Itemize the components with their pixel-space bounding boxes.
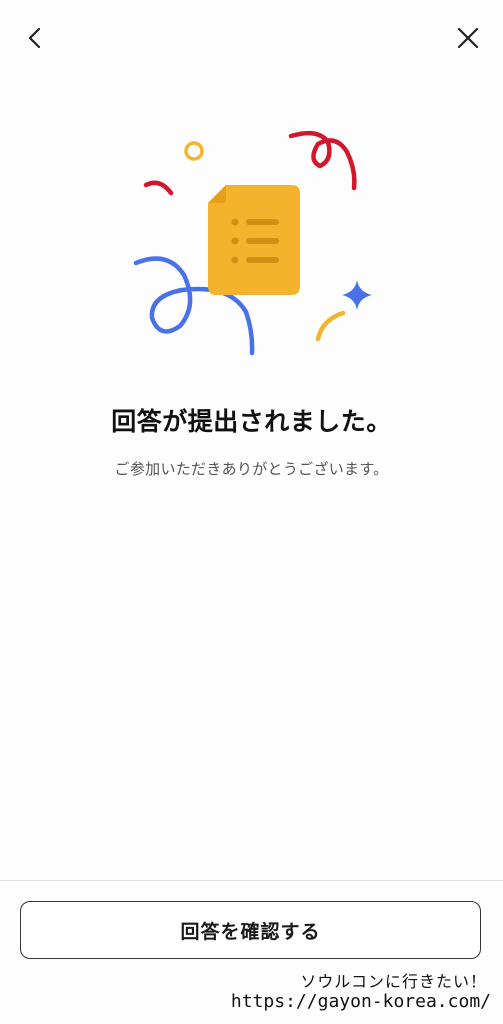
confetti-red-arc xyxy=(143,180,174,196)
thank-you-message: ご参加いただきありがとうございます。 xyxy=(114,460,389,478)
page-title: 回答が提出されました。 xyxy=(111,407,392,436)
confetti-red-curl xyxy=(288,130,357,191)
close-icon xyxy=(457,27,479,49)
submission-illustration xyxy=(133,130,372,356)
top-bar xyxy=(0,0,503,76)
chevron-left-icon xyxy=(28,27,41,49)
confetti-yellow-arc xyxy=(315,310,346,342)
back-button[interactable] xyxy=(13,16,57,60)
confirm-answers-button[interactable]: 回答を確認する xyxy=(20,901,481,959)
sparkle-icon xyxy=(342,280,372,310)
close-button[interactable] xyxy=(446,16,490,60)
watermark-caption: ソウルコンに行きたい！ xyxy=(300,972,487,991)
confetti-ring xyxy=(184,141,204,161)
watermark-url: https://gayon-korea.com/ xyxy=(230,991,491,1012)
footer-divider xyxy=(0,880,503,881)
document-list-icon xyxy=(208,185,300,295)
